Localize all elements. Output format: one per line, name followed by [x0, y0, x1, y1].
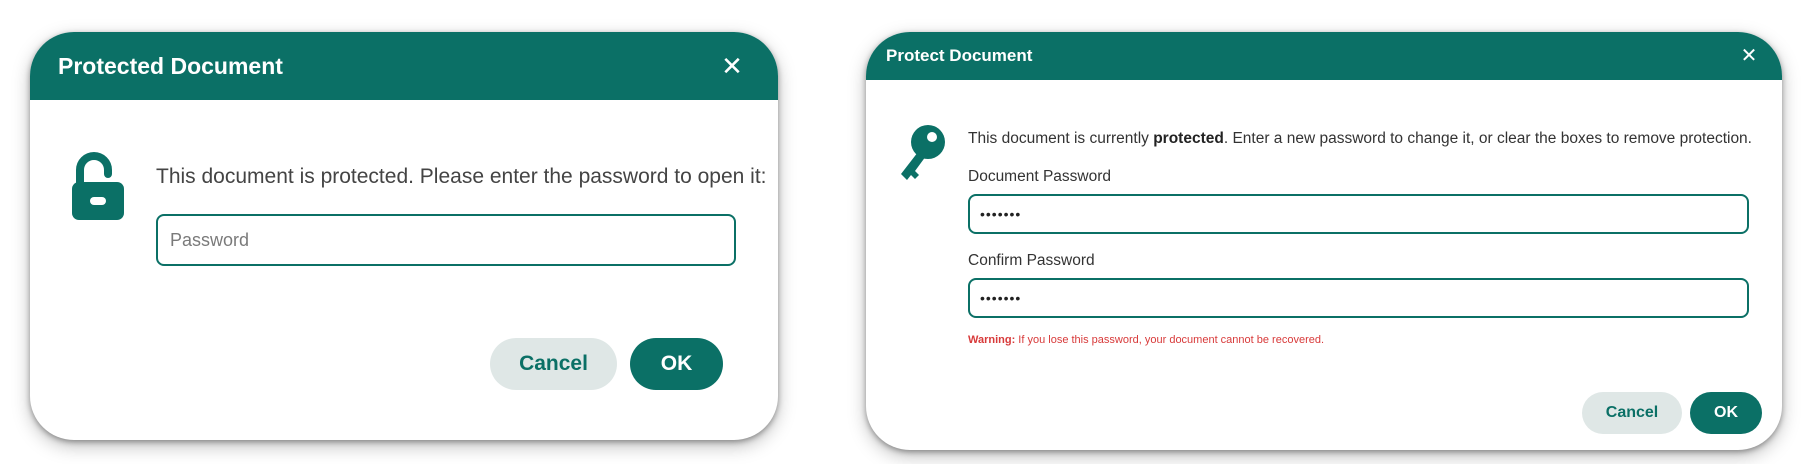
key-icon: [901, 125, 945, 180]
document-password-input[interactable]: [968, 194, 1749, 234]
cancel-button[interactable]: Cancel: [490, 338, 617, 390]
protected-document-dialog: Protected Document ✕ This document is pr…: [30, 32, 778, 440]
unlocked-padlock-icon: [72, 152, 124, 220]
close-icon[interactable]: ✕: [1736, 42, 1762, 68]
warning-message: Warning: If you lose this password, your…: [968, 334, 1324, 346]
dialog-message: This document is currently protected. En…: [968, 130, 1752, 148]
message-text: This document is currently: [968, 130, 1154, 147]
message-text: . Enter a new password to change it, or …: [1223, 130, 1752, 147]
screenshot-stage: Protected Document ✕ This document is pr…: [0, 0, 1808, 464]
close-icon[interactable]: ✕: [716, 50, 748, 82]
dialog-title: Protect Document: [886, 46, 1033, 65]
warning-text: If you lose this password, your document…: [1015, 334, 1325, 346]
password-input[interactable]: [156, 214, 736, 266]
ok-button[interactable]: OK: [1690, 392, 1762, 434]
dialog-titlebar: Protect Document ✕: [866, 32, 1782, 80]
cancel-button[interactable]: Cancel: [1582, 392, 1682, 434]
document-password-label: Document Password: [968, 168, 1112, 185]
confirm-password-input[interactable]: [968, 278, 1749, 318]
dialog-title: Protected Document: [58, 52, 283, 79]
message-bold-text: protected: [1153, 130, 1224, 147]
confirm-password-label: Confirm Password: [968, 252, 1095, 269]
warning-prefix: Warning:: [968, 334, 1016, 346]
dialog-message: This document is protected. Please enter…: [156, 165, 767, 188]
protect-document-dialog: Protect Document ✕ This document is curr…: [866, 32, 1782, 450]
dialog-titlebar: Protected Document ✕: [30, 32, 778, 100]
ok-button[interactable]: OK: [630, 338, 723, 390]
